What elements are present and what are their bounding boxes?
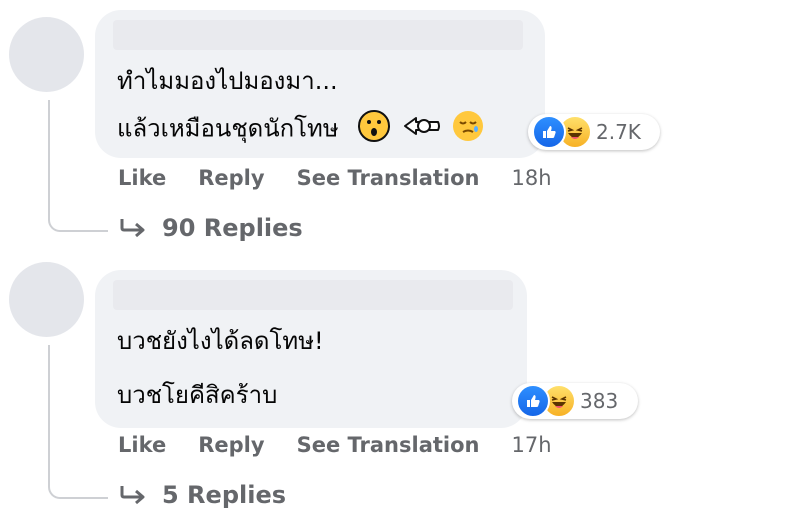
author-name[interactable] xyxy=(113,280,513,310)
comment-actions: Like Reply See Translation 17h xyxy=(118,433,552,457)
comment-text: แล้วเหมือนชุดนักโทษ xyxy=(117,114,339,143)
comment-text-line: บวชยังไงได้ลดโทษ! xyxy=(117,327,324,355)
reaction-count: 2.7K xyxy=(596,120,641,144)
comment-text-line: แล้วเหมือนชุดนักโทษ xyxy=(117,110,484,149)
comment-text-line: บวชโยคีสิคร้าบ xyxy=(117,381,278,409)
reaction-count: 383 xyxy=(580,389,619,413)
reaction-summary[interactable]: 383 xyxy=(512,383,638,419)
reply-button[interactable]: Reply xyxy=(198,433,264,457)
comment-bubble: ทำไมมองไปมองมา... แล้วเหมือนชุดนักโทษ xyxy=(95,10,545,158)
like-button[interactable]: Like xyxy=(118,166,166,190)
see-translation-button[interactable]: See Translation xyxy=(297,166,480,190)
comment-actions: Like Reply See Translation 18h xyxy=(118,166,552,190)
author-name[interactable] xyxy=(113,20,523,50)
like-icon xyxy=(532,115,566,149)
comment-text-line: ทำไมมองไปมองมา... xyxy=(117,67,338,95)
sleepy-face-icon xyxy=(452,110,484,149)
pointing-hand-icon xyxy=(402,112,442,147)
replies-count: 5 Replies xyxy=(162,481,287,509)
reply-arrow-icon xyxy=(120,219,145,238)
avatar[interactable] xyxy=(9,17,84,92)
see-translation-button[interactable]: See Translation xyxy=(297,433,480,457)
view-replies-button[interactable]: 5 Replies xyxy=(118,481,286,509)
like-icon xyxy=(516,384,550,418)
like-button[interactable]: Like xyxy=(118,433,166,457)
timestamp[interactable]: 17h xyxy=(511,433,551,457)
avatar[interactable] xyxy=(9,262,84,337)
view-replies-button[interactable]: 90 Replies xyxy=(118,214,303,242)
timestamp[interactable]: 18h xyxy=(511,166,551,190)
reaction-summary[interactable]: 2.7K xyxy=(528,114,660,150)
comment-bubble: บวชยังไงได้ลดโทษ! บวชโยคีสิคร้าบ xyxy=(95,270,527,428)
reply-button[interactable]: Reply xyxy=(198,166,264,190)
replies-count: 90 Replies xyxy=(162,214,303,242)
surprised-face-icon xyxy=(358,110,391,149)
reply-arrow-icon xyxy=(120,486,145,505)
